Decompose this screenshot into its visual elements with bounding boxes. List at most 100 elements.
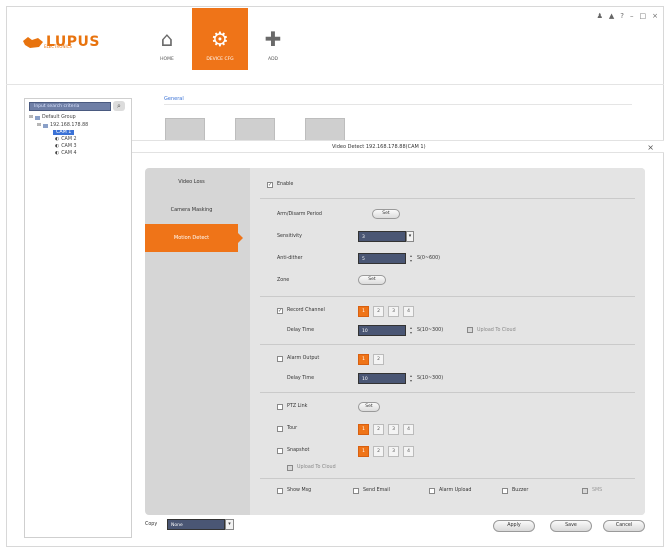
divider (260, 296, 635, 297)
enable-label: Enable (277, 182, 294, 187)
tree-node-cam-1[interactable]: CAM 1 (53, 130, 75, 135)
tour-label: Tour (287, 426, 298, 431)
tree-node-label: CAM 3 (61, 144, 77, 149)
snapshot-upload-label: Upload To Cloud (297, 465, 336, 470)
alarm-output-checkbox[interactable] (277, 356, 283, 362)
config-tile[interactable] (165, 118, 205, 142)
stepper-icon[interactable]: ▴ ▾ (408, 373, 414, 384)
user-icon[interactable]: ♟ (597, 12, 603, 20)
arm-period-label: Arm/Disarm Period (277, 212, 322, 217)
stepper-icon[interactable]: ▴ ▾ (408, 253, 414, 264)
dialog-title: Video Detect 192.168.178.88(CAM 1) (332, 144, 426, 150)
alarm-output-2[interactable]: 2 (373, 354, 384, 365)
maximize-icon[interactable]: □ (640, 12, 647, 20)
snapshot-channel-2[interactable]: 2 (373, 446, 384, 457)
tour-channel-3[interactable]: 3 (388, 424, 399, 435)
snapshot-channel-3[interactable]: 3 (388, 446, 399, 457)
tour-checkbox[interactable] (277, 426, 283, 432)
sidebar-item-video-loss[interactable]: Video Loss (145, 168, 238, 196)
sms-checkbox[interactable] (582, 488, 588, 494)
alarm-upload-checkbox[interactable] (429, 488, 435, 494)
nav-device-cfg-button[interactable]: ⚙ DEVICE CFG (192, 8, 248, 70)
divider (260, 198, 635, 199)
record-delay-label: Delay Time (287, 328, 315, 333)
alarm-delay-input[interactable]: 10 (358, 373, 406, 384)
record-channel-1[interactable]: 1 (358, 306, 369, 317)
record-delay-input[interactable]: 10 (358, 325, 406, 336)
arm-period-set-button[interactable]: Set (372, 209, 400, 219)
tree-node-label: Default Group (42, 115, 76, 120)
zone-set-button[interactable]: Set (358, 275, 386, 285)
record-channel-3[interactable]: 3 (388, 306, 399, 317)
snapshot-channel-4[interactable]: 4 (403, 446, 414, 457)
tree-node-group[interactable]: ⊟ Default Group (29, 115, 76, 120)
cancel-button[interactable]: Cancel (603, 520, 645, 532)
tree-node-cam-2[interactable]: ◐ CAM 2 (55, 137, 77, 142)
camera-icon: ◐ (55, 144, 60, 149)
top-nav: ⌂ HOME ⚙ DEVICE CFG ✚ ADD (142, 8, 298, 70)
record-channel-2[interactable]: 2 (373, 306, 384, 317)
logo-text: LUPUS (46, 34, 101, 50)
chevron-down-icon[interactable]: ▾ (406, 231, 414, 242)
logo: LUPUS (22, 34, 100, 50)
tab-general[interactable]: General (164, 96, 184, 102)
snapshot-checkbox[interactable] (277, 448, 283, 454)
dialog-close-icon[interactable]: × (647, 143, 654, 152)
upload-cloud-checkbox[interactable] (467, 327, 473, 333)
show-msg-checkbox[interactable] (277, 488, 283, 494)
enable-checkbox[interactable]: ✓ (267, 182, 273, 188)
dialog-sidebar: Video Loss Camera Masking Motion Detect (145, 168, 243, 515)
record-channel-checkbox[interactable]: ✓ (277, 308, 283, 314)
alarm-output-1[interactable]: 1 (358, 354, 369, 365)
antidither-input[interactable]: 5 (358, 253, 406, 264)
motion-detect-settings: ✓ Enable Arm/Disarm Period Set Sensitivi… (250, 168, 645, 515)
lock-icon[interactable]: ▲ (609, 12, 614, 20)
dialog-body: Video Loss Camera Masking Motion Detect … (145, 168, 645, 515)
sensitivity-select[interactable]: 3 (358, 231, 406, 242)
tour-channel-1[interactable]: 1 (358, 424, 369, 435)
camera-icon: ◐ (55, 137, 60, 142)
minimize-icon[interactable]: – (630, 12, 634, 20)
close-icon[interactable]: × (652, 12, 658, 20)
stepper-icon[interactable]: ▴ ▾ (408, 325, 414, 336)
ptz-checkbox[interactable] (277, 404, 283, 410)
help-icon[interactable]: ? (620, 12, 624, 20)
tour-channel-4[interactable]: 4 (403, 424, 414, 435)
nav-add-button[interactable]: ✚ ADD (248, 8, 298, 70)
record-channel-4[interactable]: 4 (403, 306, 414, 317)
apply-button[interactable]: Apply (493, 520, 535, 532)
config-tile[interactable] (235, 118, 275, 142)
upload-cloud-label: Upload To Cloud (477, 328, 516, 333)
sidebar-item-motion-detect[interactable]: Motion Detect (145, 224, 243, 252)
nav-home-button[interactable]: ⌂ HOME (142, 8, 192, 70)
copy-select[interactable]: None (167, 519, 225, 530)
nav-device-cfg-label: DEVICE CFG (206, 57, 234, 62)
alarm-delay-unit: S(10~300) (417, 376, 444, 381)
chevron-down-icon[interactable]: ▾ (225, 519, 234, 530)
tree-search-input[interactable]: Input search criteria (29, 102, 111, 111)
plus-icon: ✚ (264, 27, 282, 51)
buzzer-checkbox[interactable] (502, 488, 508, 494)
folder-icon (35, 115, 41, 120)
save-button[interactable]: Save (550, 520, 592, 532)
sms-label: SMS (592, 488, 603, 493)
search-icon[interactable]: ⌕ (113, 101, 125, 111)
snapshot-upload-checkbox[interactable] (287, 465, 293, 471)
tree-node-label: CAM 2 (61, 137, 77, 142)
ptz-set-button[interactable]: Set (358, 402, 380, 412)
tree-node-device[interactable]: ⊟ 192.168.178.88 (37, 123, 88, 128)
send-email-checkbox[interactable] (353, 488, 359, 494)
snapshot-label: Snapshot (287, 448, 310, 453)
collapse-icon: ⊟ (29, 115, 34, 120)
divider (260, 392, 635, 393)
tree-node-cam-4[interactable]: ◐ CAM 4 (55, 151, 77, 156)
device-tree-panel: Input search criteria ⌕ ⊟ Default Group ⊟… (24, 98, 132, 538)
snapshot-channel-1[interactable]: 1 (358, 446, 369, 457)
tree-node-cam-3[interactable]: ◐ CAM 3 (55, 144, 77, 149)
camera-icon: ◐ (55, 151, 60, 156)
alarm-output-label: Alarm Output (287, 356, 320, 361)
record-channel-label: Record Channel (287, 308, 325, 313)
config-tile[interactable] (305, 118, 345, 142)
tour-channel-2[interactable]: 2 (373, 424, 384, 435)
sidebar-item-camera-masking[interactable]: Camera Masking (145, 196, 238, 224)
